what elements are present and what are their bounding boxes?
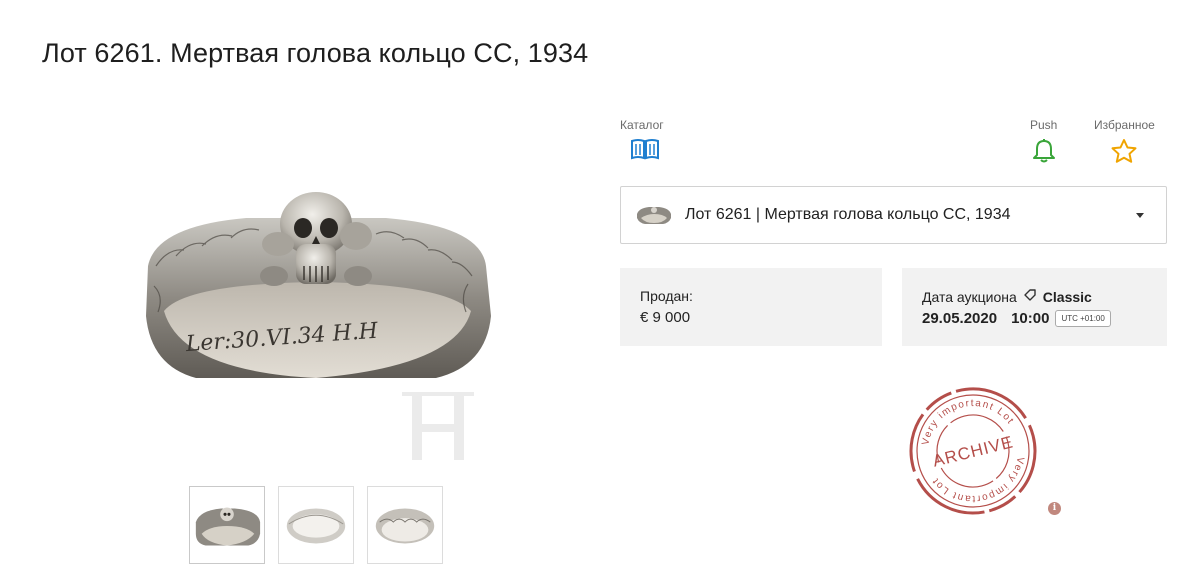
favorites-button[interactable]: Избранное [1094, 118, 1155, 169]
chevron-down-icon [1136, 212, 1144, 218]
auction-label-row: Дата аукциона Classic [922, 288, 1147, 305]
auction-time: 10:00 [1011, 310, 1050, 327]
book-icon [630, 138, 660, 165]
auction-date-label: Дата аукциона [922, 288, 1017, 305]
ring-image: Ler:30.VI.34 H.H [146, 192, 491, 460]
ring-thumbnail-icon [635, 204, 673, 226]
thumbnail-3[interactable] [367, 486, 443, 564]
action-icon-bar: Каталог Push Избранное [620, 118, 1168, 178]
star-icon [1110, 138, 1138, 169]
auction-date: 29.05.2020 [922, 310, 998, 327]
auction-info-box: Дата аукциона Classic 29.05.2020 10:00 U… [902, 268, 1167, 346]
info-icon[interactable]: i [1048, 502, 1061, 515]
sold-info-box: Продан: € 9 000 [620, 268, 882, 346]
thumbnail-strip [189, 486, 443, 564]
sold-price: € 9 000 [640, 309, 691, 326]
stamp-center-text: ARCHIVE [931, 432, 1016, 470]
thumbnail-1[interactable] [189, 486, 265, 564]
main-lot-image[interactable]: Ler:30.VI.34 H.H [136, 116, 498, 478]
auction-type: Classic [1042, 288, 1092, 305]
lot-select-text: Лот 6261 | Мертвая голова кольцо СС, 193… [685, 206, 1011, 223]
timezone-badge: UTC +01:00 [1055, 310, 1111, 327]
tag-icon [1023, 288, 1037, 305]
push-label: Push [1030, 118, 1058, 132]
archive-stamp: Very important Lot Very important Lot AR… [906, 384, 1040, 518]
thumbnail-2[interactable] [278, 486, 354, 564]
bell-icon [1032, 138, 1056, 169]
page-title: Лот 6261. Мертвая голова кольцо СС, 1934 [42, 38, 589, 68]
auction-datetime: 29.05.2020 10:00 UTC +01:00 [922, 310, 1147, 327]
favorites-label: Избранное [1094, 118, 1155, 132]
sold-label: Продан: [640, 288, 693, 304]
lot-select-dropdown[interactable]: Лот 6261 | Мертвая голова кольцо СС, 193… [620, 186, 1167, 244]
catalog-label: Каталог [620, 118, 664, 132]
catalog-button[interactable]: Каталог [620, 118, 664, 165]
push-button[interactable]: Push [1030, 118, 1057, 169]
